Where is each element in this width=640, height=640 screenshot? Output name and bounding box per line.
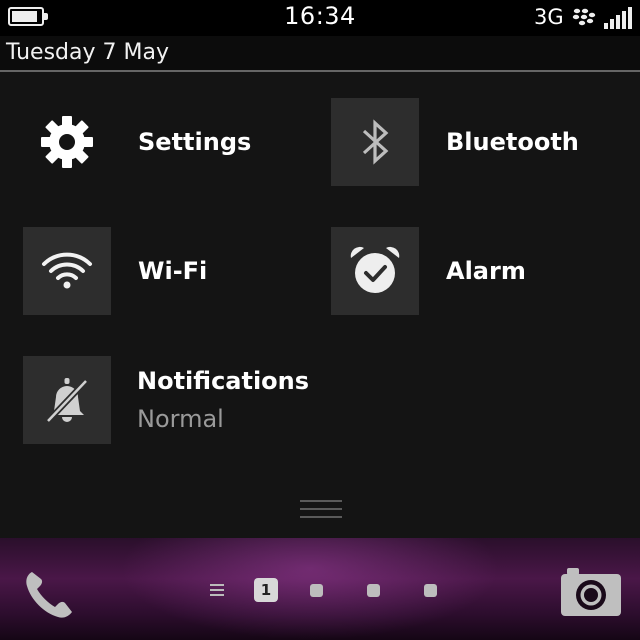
page-indicator: 1 [210, 578, 481, 602]
notifications-tile[interactable]: Notifications Normal [23, 356, 309, 444]
page-dot[interactable] [310, 583, 323, 597]
bluetooth-label: Bluetooth [446, 128, 579, 156]
app-list-icon[interactable] [210, 581, 224, 599]
page-dot[interactable] [424, 583, 437, 597]
bluetooth-icon [331, 98, 419, 186]
settings-tile[interactable]: Settings [23, 98, 251, 186]
settings-label: Settings [138, 128, 252, 156]
alarm-tile[interactable]: Alarm [331, 227, 526, 315]
date-label: Tuesday 7 May [6, 40, 169, 65]
phone-icon[interactable] [22, 566, 78, 622]
bell-muted-icon [23, 356, 111, 444]
date-bar: Tuesday 7 May [0, 36, 640, 72]
camera-icon[interactable] [560, 566, 622, 618]
status-bar: 16:34 3G [0, 0, 640, 36]
wifi-label: Wi-Fi [138, 257, 208, 285]
gear-icon [23, 98, 111, 186]
notifications-status: Normal [137, 405, 224, 433]
alarm-label: Alarm [446, 257, 526, 285]
home-dock: 1 [0, 538, 640, 640]
network-type: 3G [534, 5, 564, 29]
wifi-icon [23, 227, 111, 315]
quick-settings-panel: Settings Bluetooth Wi-Fi Alarm Notificat… [0, 72, 640, 538]
alarm-clock-icon [331, 227, 419, 315]
bluetooth-tile[interactable]: Bluetooth [331, 98, 579, 186]
wifi-tile[interactable]: Wi-Fi [23, 227, 207, 315]
blackberry-logo-icon [572, 8, 596, 26]
signal-strength-icon [604, 7, 634, 29]
panel-drag-handle[interactable] [300, 500, 342, 524]
notifications-text: Notifications Normal [137, 367, 309, 433]
notifications-label: Notifications [137, 367, 310, 395]
page-dot[interactable] [367, 583, 380, 597]
current-page-indicator[interactable]: 1 [254, 578, 278, 602]
